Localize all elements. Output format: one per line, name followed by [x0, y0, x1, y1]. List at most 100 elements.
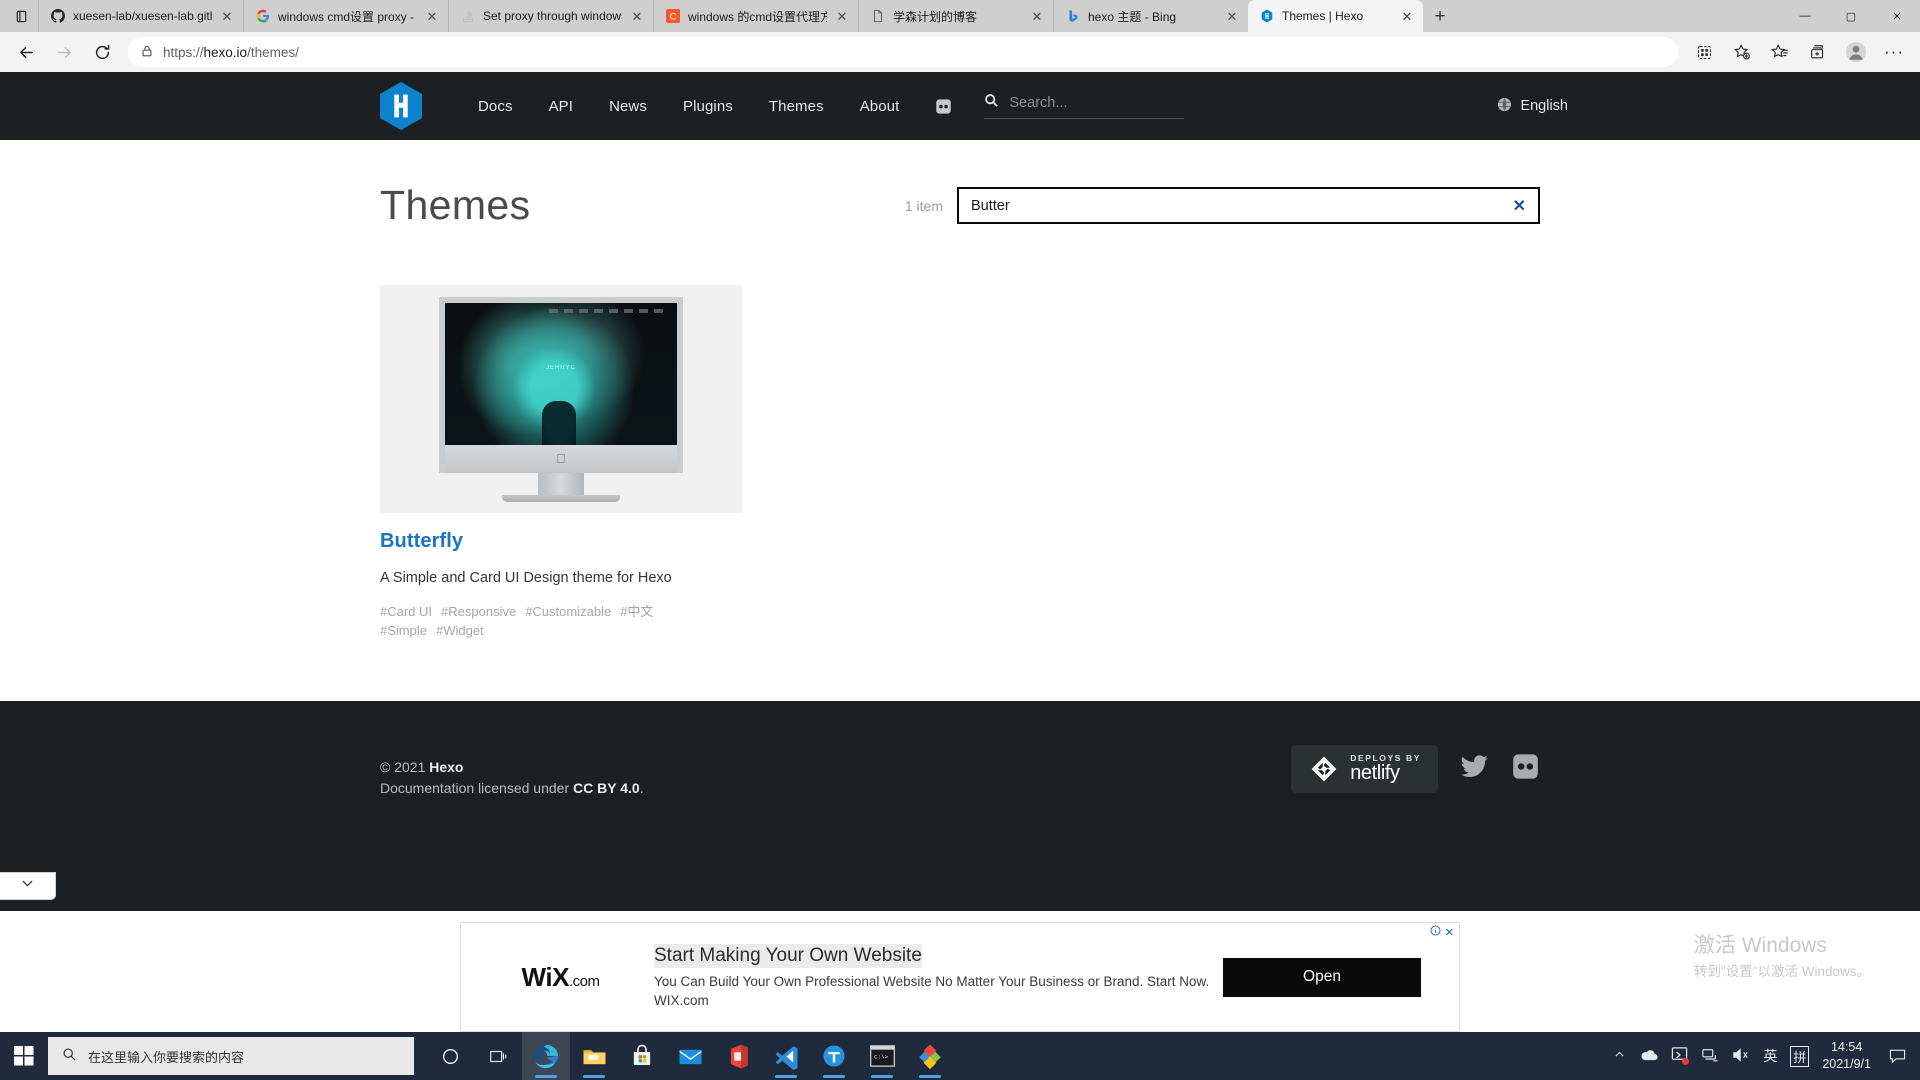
- reload-button[interactable]: [84, 36, 120, 68]
- windows-update-icon[interactable]: [1671, 1046, 1690, 1066]
- ad-close-button[interactable]: ✕: [1445, 926, 1454, 939]
- mail-icon[interactable]: [666, 1032, 714, 1080]
- favorites-icon[interactable]: [1762, 36, 1798, 68]
- theme-tag[interactable]: #Card UI: [380, 604, 432, 619]
- onedrive-icon[interactable]: [1639, 1048, 1658, 1065]
- lock-icon: [140, 44, 154, 61]
- svg-text:C: C: [670, 12, 677, 23]
- add-favorite-icon[interactable]: [1724, 36, 1760, 68]
- page-title: Themes: [380, 182, 531, 228]
- office-icon[interactable]: [714, 1032, 762, 1080]
- windows-start-icon[interactable]: [0, 1032, 48, 1080]
- copyright-line: © 2021 Hexo: [380, 757, 644, 779]
- theme-name[interactable]: Butterfly: [380, 530, 742, 553]
- settings-more-icon[interactable]: ···: [1876, 36, 1912, 68]
- theme-filter-box[interactable]: ✕: [957, 187, 1540, 224]
- browser-tab[interactable]: Set proxy through windows com ✕: [448, 0, 653, 32]
- netlify-badge[interactable]: DEPLOYS BY netlify: [1291, 744, 1438, 793]
- tab-close-button[interactable]: ✕: [1399, 8, 1415, 24]
- browser-tab[interactable]: 学森计划的博客 ✕: [858, 0, 1053, 32]
- taskbar-clock[interactable]: 14:54 2021/9/1: [1822, 1039, 1871, 1073]
- netlify-wordmark: netlify: [1350, 761, 1400, 784]
- task-view-icon[interactable]: [474, 1032, 522, 1080]
- ad-cta-button[interactable]: Open: [1223, 957, 1421, 997]
- nav-item-docs[interactable]: Docs: [460, 98, 531, 115]
- browser-tab[interactable]: C windows 的cmd设置代理方法_场 ✕: [653, 0, 858, 32]
- tab-close-button[interactable]: ✕: [424, 8, 440, 24]
- collections-icon[interactable]: [1800, 36, 1836, 68]
- clear-filter-button[interactable]: ✕: [1505, 196, 1526, 216]
- back-button[interactable]: [8, 36, 44, 68]
- tab-close-button[interactable]: ✕: [629, 8, 645, 24]
- edge-icon[interactable]: [522, 1032, 570, 1080]
- site-footer: © 2021 Hexo Documentation licensed under…: [0, 700, 1920, 911]
- network-icon[interactable]: [1701, 1047, 1719, 1066]
- preview-logo-text: JERRYC: [546, 364, 576, 371]
- browser-tab-active[interactable]: Themes | Hexo ✕: [1248, 0, 1423, 32]
- site-search-input[interactable]: [1009, 95, 1185, 111]
- browser-tab[interactable]: hexo 主题 - Bing ✕: [1053, 0, 1248, 32]
- tab-close-button[interactable]: ✕: [834, 8, 850, 24]
- nav-item-api[interactable]: API: [531, 98, 591, 115]
- file-explorer-icon[interactable]: [570, 1032, 618, 1080]
- hexo-logo-icon[interactable]: [380, 82, 422, 130]
- theme-filter-input[interactable]: [971, 197, 1505, 214]
- nav-item-plugins[interactable]: Plugins: [665, 98, 751, 115]
- page-icon: [870, 8, 886, 24]
- browser-window: xuesen-lab/xuesen-lab.github.io ✕ window…: [0, 0, 1920, 1032]
- page-content: Themes 1 item ✕: [0, 182, 1920, 641]
- theme-tag[interactable]: #Widget: [436, 623, 484, 638]
- forward-button[interactable]: [46, 36, 82, 68]
- minimize-button[interactable]: —: [1782, 0, 1828, 32]
- close-window-button[interactable]: ✕: [1874, 0, 1920, 32]
- maximize-button[interactable]: ▢: [1828, 0, 1874, 32]
- nav-item-news[interactable]: News: [591, 98, 665, 115]
- apple-logo-icon: : [556, 452, 566, 465]
- theme-thumbnail[interactable]: JERRYC : [380, 285, 742, 513]
- new-tab-button[interactable]: +: [1423, 2, 1457, 32]
- twitter-icon[interactable]: [1460, 752, 1489, 786]
- ime-language-indicator[interactable]: 英: [1763, 1046, 1777, 1066]
- theme-tag[interactable]: #Customizable: [525, 604, 611, 619]
- nav-item-about[interactable]: About: [842, 98, 918, 115]
- taskbar-search-box[interactable]: 在这里输入你要搜索的内容: [48, 1037, 414, 1075]
- ad-info-icon[interactable]: [1430, 925, 1441, 939]
- github-octocat-icon[interactable]: [917, 98, 970, 115]
- theme-card[interactable]: JERRYC  Butterfly A Simple and Card UI …: [380, 285, 742, 641]
- tab-close-button[interactable]: ✕: [1224, 8, 1240, 24]
- theme-tag[interactable]: #Responsive: [441, 604, 516, 619]
- tab-close-button[interactable]: ✕: [1029, 8, 1045, 24]
- cmd-icon[interactable]: C:\>: [858, 1032, 906, 1080]
- typora-icon[interactable]: [810, 1032, 858, 1080]
- everything-icon[interactable]: [906, 1032, 954, 1080]
- address-bar[interactable]: https://hexo.io/themes/: [128, 37, 1678, 67]
- ad-headline[interactable]: Start Making Your Own Website: [654, 943, 922, 969]
- collections-grid-icon[interactable]: [1686, 36, 1722, 68]
- browser-tab[interactable]: xuesen-lab/xuesen-lab.github.io ✕: [38, 0, 243, 32]
- ad-banner[interactable]: ✕ WiX.com Start Making Your Own Website …: [460, 922, 1460, 1032]
- chevron-up-icon[interactable]: [1613, 1048, 1626, 1064]
- site-search[interactable]: [984, 93, 1185, 119]
- bing-icon: [1065, 8, 1081, 24]
- ad-brand-suffix: .com: [568, 972, 600, 990]
- license-link[interactable]: CC BY 4.0: [573, 780, 640, 796]
- github-icon[interactable]: [1511, 752, 1540, 786]
- ad-collapse-button[interactable]: [0, 872, 56, 900]
- microsoft-store-icon[interactable]: [618, 1032, 666, 1080]
- language-selector[interactable]: English: [1497, 97, 1568, 116]
- notification-icon[interactable]: [1884, 1048, 1910, 1064]
- url-host: hexo.io: [203, 44, 248, 60]
- nav-item-themes[interactable]: Themes: [751, 98, 842, 115]
- profile-icon[interactable]: [1838, 36, 1874, 68]
- volume-muted-icon[interactable]: [1732, 1047, 1750, 1066]
- vscode-icon[interactable]: [762, 1032, 810, 1080]
- tab-close-button[interactable]: ✕: [219, 8, 235, 24]
- preview-navbar: [549, 308, 669, 313]
- cortana-icon[interactable]: [426, 1032, 474, 1080]
- theme-tag[interactable]: #中文: [620, 604, 653, 619]
- theme-tag[interactable]: #Simple: [380, 623, 427, 638]
- csdn-icon: C: [665, 8, 681, 24]
- ime-mode-indicator[interactable]: 拼: [1790, 1045, 1810, 1067]
- tab-list-button[interactable]: [4, 0, 38, 32]
- browser-tab[interactable]: windows cmd设置 proxy - Goog ✕: [243, 0, 448, 32]
